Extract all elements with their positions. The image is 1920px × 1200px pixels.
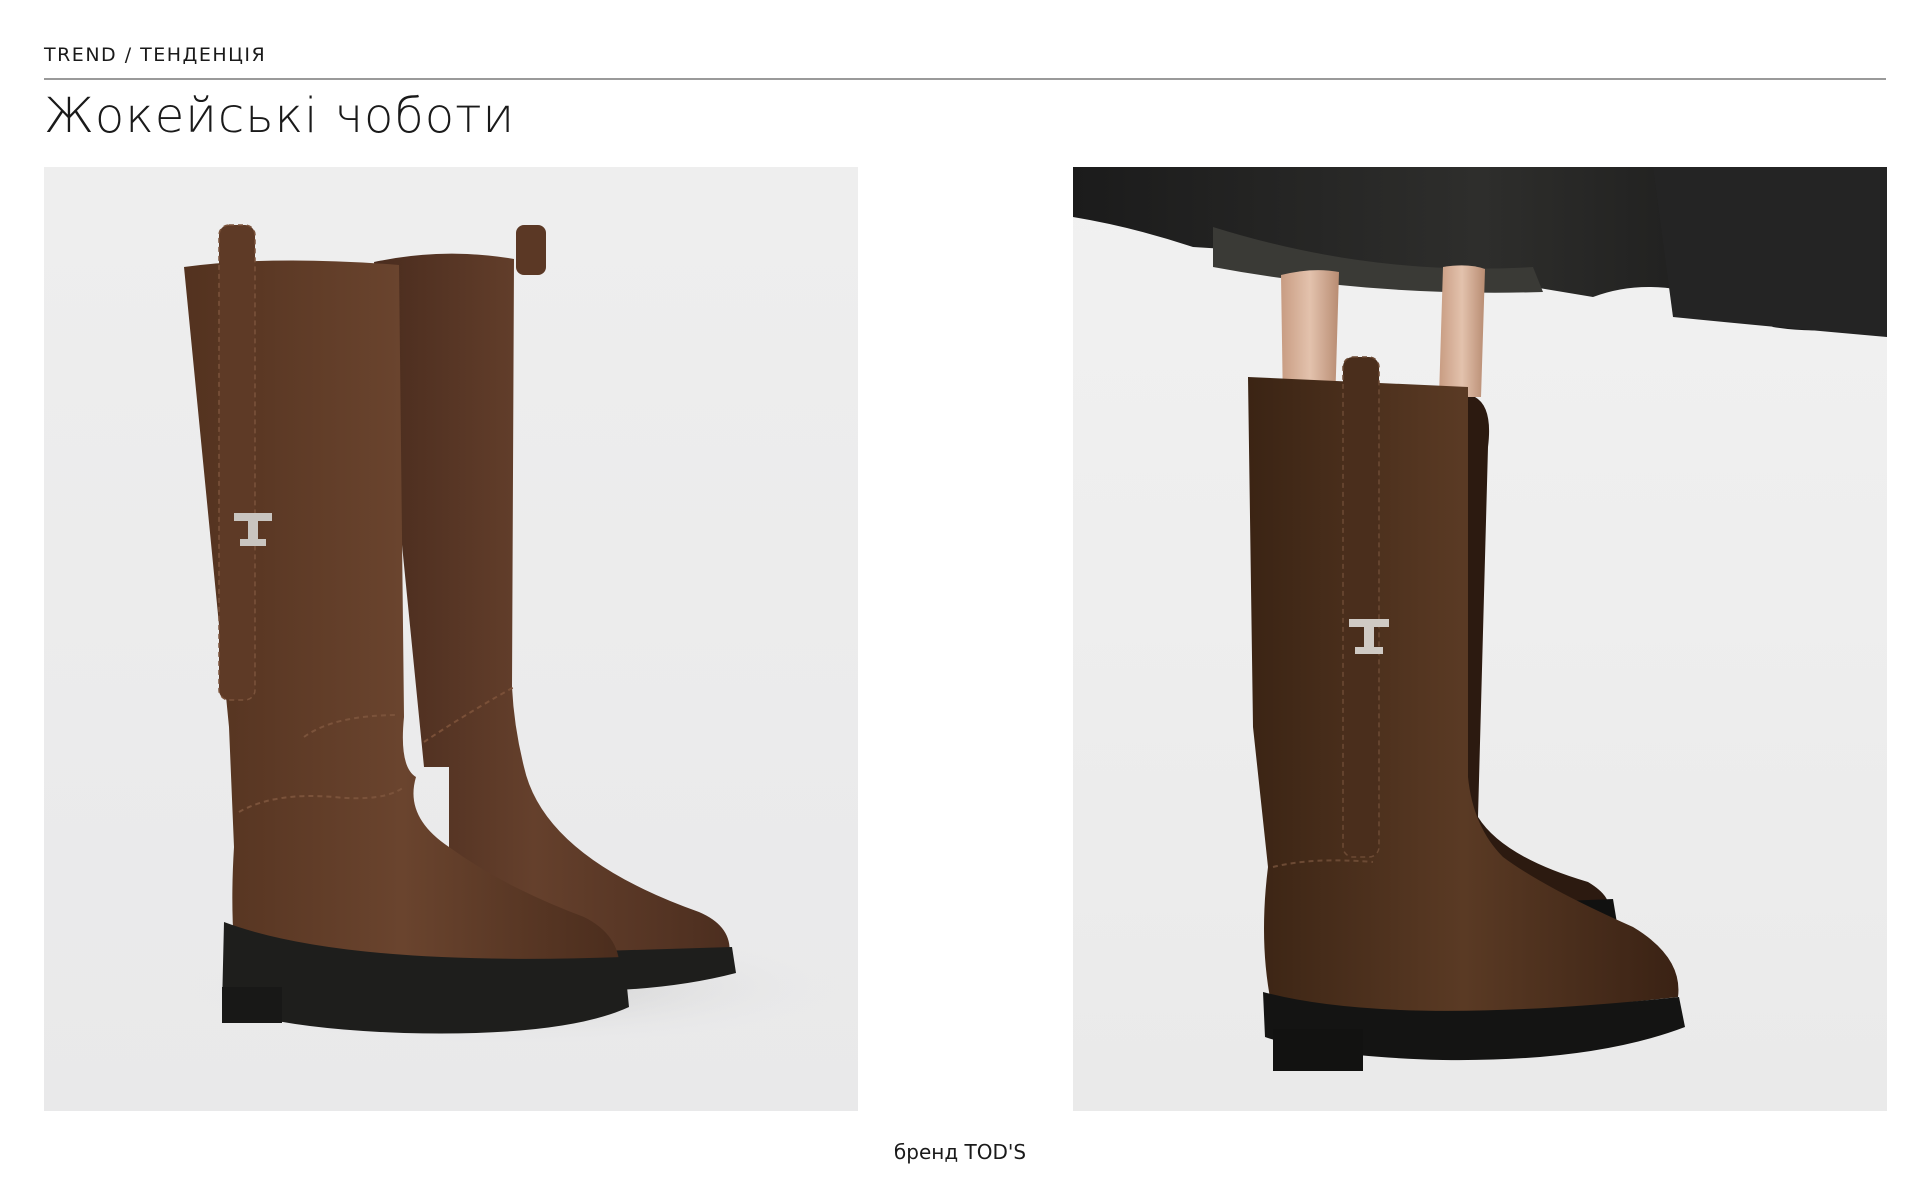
front-boot	[1248, 356, 1685, 1071]
header-divider	[44, 78, 1886, 80]
boots-product-photo	[44, 167, 858, 1111]
brand-caption: бренд TOD'S	[893, 1140, 1027, 1164]
boots-worn-photo	[1073, 167, 1887, 1111]
page-title: Жокейські чоботи	[44, 88, 516, 144]
section-eyebrow: TREND / ТЕНДЕНЦІЯ	[44, 44, 267, 66]
leg-right	[1439, 265, 1485, 397]
